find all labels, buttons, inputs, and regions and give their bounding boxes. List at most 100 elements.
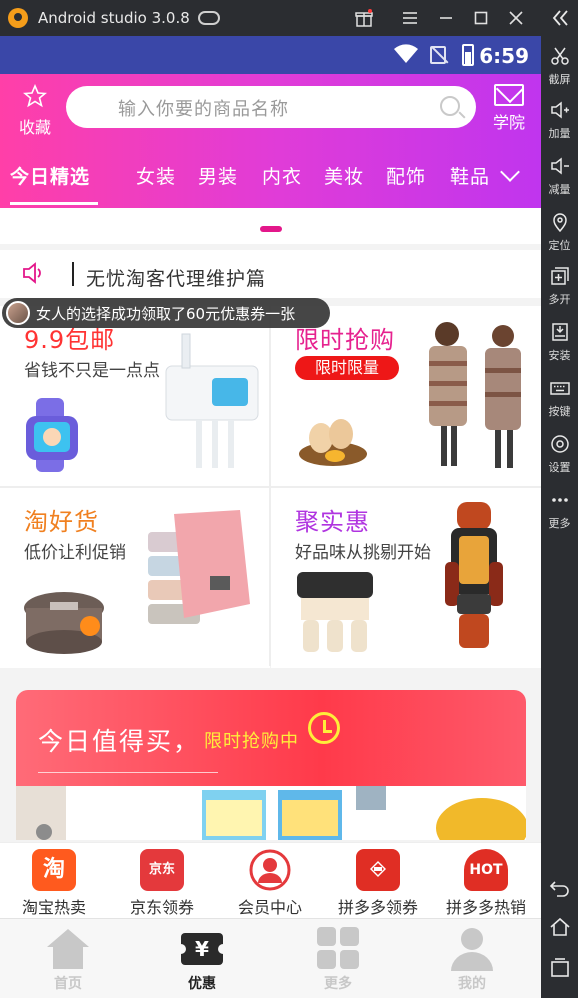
tab-profile[interactable]: 我的 bbox=[422, 925, 522, 993]
promo-badge: 限时限量 bbox=[295, 356, 399, 380]
install-apk-button[interactable]: 安装 bbox=[541, 322, 578, 363]
tab-mens[interactable]: 男装 bbox=[198, 162, 238, 189]
home-button[interactable] bbox=[541, 916, 578, 941]
menu-icon[interactable] bbox=[398, 6, 422, 30]
pinduoduo-icon bbox=[356, 849, 400, 891]
toothbrush-holder-image bbox=[165, 333, 259, 468]
settings-button[interactable]: 设置 bbox=[541, 434, 578, 475]
notice-bar[interactable]: 无忧淘客代理维护篇 bbox=[0, 250, 541, 298]
quick-link-label: 会员中心 bbox=[237, 898, 302, 917]
screenshot-button[interactable]: 截屏 bbox=[541, 46, 578, 87]
sidebar-label: 截屏 bbox=[548, 73, 571, 86]
quick-link-label: 淘宝热卖 bbox=[21, 898, 86, 917]
academy-button[interactable]: 学院 bbox=[486, 84, 532, 133]
quick-link-jd[interactable]: 京东 京东领券 bbox=[108, 849, 216, 918]
recents-button[interactable] bbox=[541, 956, 578, 981]
sidebar-label: 按键 bbox=[548, 405, 571, 418]
settings-icon bbox=[549, 434, 571, 456]
favorites-button[interactable]: 收藏 bbox=[14, 83, 56, 138]
collapse-sidebar-button[interactable] bbox=[541, 8, 578, 33]
clock: 6:59 bbox=[479, 44, 529, 68]
multi-open-icon bbox=[549, 266, 571, 288]
star-outline-icon bbox=[14, 83, 56, 112]
location-button[interactable]: 定位 bbox=[541, 212, 578, 253]
search-placeholder: 输入你要的商品名称 bbox=[118, 99, 289, 120]
tab-underwear[interactable]: 内衣 bbox=[262, 162, 302, 189]
home-icon bbox=[45, 925, 91, 971]
jd-icon: 京东 bbox=[140, 849, 184, 891]
quick-link-pinduoduo[interactable]: 拼多多领券 bbox=[324, 849, 432, 918]
tab-shoes[interactable]: 鞋品 bbox=[450, 162, 490, 189]
daily-deals-banner[interactable]: 今日值得买， 限时抢购中 bbox=[16, 690, 526, 840]
kids-watch-image bbox=[26, 398, 78, 472]
back-arrow-icon bbox=[549, 876, 571, 898]
quick-link-taobao[interactable]: 淘 淘宝热卖 bbox=[0, 849, 108, 918]
speaker-icon bbox=[22, 262, 44, 284]
wifi-icon bbox=[394, 44, 418, 63]
tab-label: 首页 bbox=[54, 976, 82, 992]
search-input[interactable]: 输入你要的商品名称 bbox=[66, 86, 476, 128]
tab-today-picks[interactable]: 今日精选 bbox=[10, 162, 90, 189]
tab-beauty[interactable]: 美妆 bbox=[324, 162, 364, 189]
multi-open-button[interactable]: 多开 bbox=[541, 266, 578, 307]
volume-down-button[interactable]: 减量 bbox=[541, 156, 578, 197]
back-button[interactable] bbox=[541, 876, 578, 901]
tab-womens[interactable]: 女装 bbox=[136, 162, 176, 189]
keymap-button[interactable]: 按键 bbox=[541, 378, 578, 419]
profile-icon bbox=[449, 925, 495, 971]
toast-message: 女人的选择成功领取了60元优惠券一张 bbox=[36, 304, 296, 323]
search-icon[interactable] bbox=[440, 96, 460, 116]
grid-divider bbox=[0, 486, 541, 488]
tab-label: 更多 bbox=[324, 976, 352, 992]
chevron-down-icon[interactable] bbox=[500, 162, 520, 182]
quick-link-label: 京东领券 bbox=[129, 898, 194, 917]
promo-flash-sale[interactable]: 限时抢购 限时限量 bbox=[271, 306, 541, 486]
tab-coupons[interactable]: ¥ 优惠 bbox=[152, 925, 252, 993]
quick-link-pdd-hot[interactable]: HOT 拼多多热销 bbox=[432, 849, 540, 918]
more-button[interactable]: 更多 bbox=[541, 490, 578, 531]
tab-label: 我的 bbox=[458, 976, 486, 992]
sweater-dress-image bbox=[429, 322, 521, 468]
quick-link-label: 拼多多领券 bbox=[337, 898, 418, 917]
tab-more[interactable]: 更多 bbox=[288, 925, 388, 993]
promo-subtitle: 好品味从挑剔开始 bbox=[295, 543, 431, 563]
massage-chair-image bbox=[445, 502, 503, 648]
rice-cooker-image bbox=[24, 592, 104, 654]
avatar bbox=[6, 301, 30, 325]
gamepad-icon[interactable] bbox=[197, 11, 220, 25]
quick-link-member[interactable]: 会员中心 bbox=[216, 849, 324, 918]
battery-icon bbox=[462, 44, 474, 66]
coupon-icon: ¥ bbox=[176, 925, 228, 971]
keyboard-icon bbox=[549, 378, 571, 400]
double-chevron-left-icon bbox=[549, 8, 571, 30]
hot-icon: HOT bbox=[464, 849, 508, 891]
taobao-icon: 淘 bbox=[32, 849, 76, 891]
gift-icon[interactable] bbox=[352, 6, 376, 30]
recent-apps-icon bbox=[549, 956, 571, 978]
house-outline-icon bbox=[549, 916, 571, 938]
tab-accessories[interactable]: 配饰 bbox=[386, 162, 426, 189]
promo-free-shipping[interactable]: 9.9包邮 省钱不只是一点点 bbox=[0, 306, 270, 486]
towels-image bbox=[148, 510, 250, 624]
close-icon[interactable] bbox=[504, 6, 528, 30]
more-icon bbox=[549, 490, 571, 512]
bottom-tabbar: 首页 ¥ 优惠 更多 我的 bbox=[0, 918, 541, 998]
app-logo-icon bbox=[8, 8, 28, 28]
promo-value-deals[interactable]: 聚实惠 好品味从挑剔开始 bbox=[271, 488, 541, 668]
volume-up-button[interactable]: 加量 bbox=[541, 100, 578, 141]
quick-links: 淘 淘宝热卖 京东 京东领券 会员中心 拼多多领券 HOT 拼多多热销 bbox=[0, 842, 541, 918]
envelope-icon bbox=[494, 84, 524, 106]
member-icon bbox=[248, 849, 292, 891]
apk-install-icon bbox=[549, 322, 571, 344]
phone-screen: 6:59 收藏 输入你要的商品名称 学院 今日精选 女装 男装 内衣 美妆 配饰… bbox=[0, 36, 541, 998]
academy-label: 学院 bbox=[492, 113, 525, 132]
favorites-label: 收藏 bbox=[18, 118, 51, 137]
scissors-icon bbox=[549, 46, 571, 68]
tab-home[interactable]: 首页 bbox=[18, 925, 118, 993]
deal-products bbox=[16, 786, 526, 840]
minimize-icon[interactable] bbox=[434, 6, 458, 30]
emulator-titlebar: Android studio 3.0.8 bbox=[0, 0, 578, 36]
sidebar-label: 设置 bbox=[548, 461, 571, 474]
maximize-icon[interactable] bbox=[469, 6, 493, 30]
promo-good-deals[interactable]: 淘好货 低价让利促销 bbox=[0, 488, 270, 668]
